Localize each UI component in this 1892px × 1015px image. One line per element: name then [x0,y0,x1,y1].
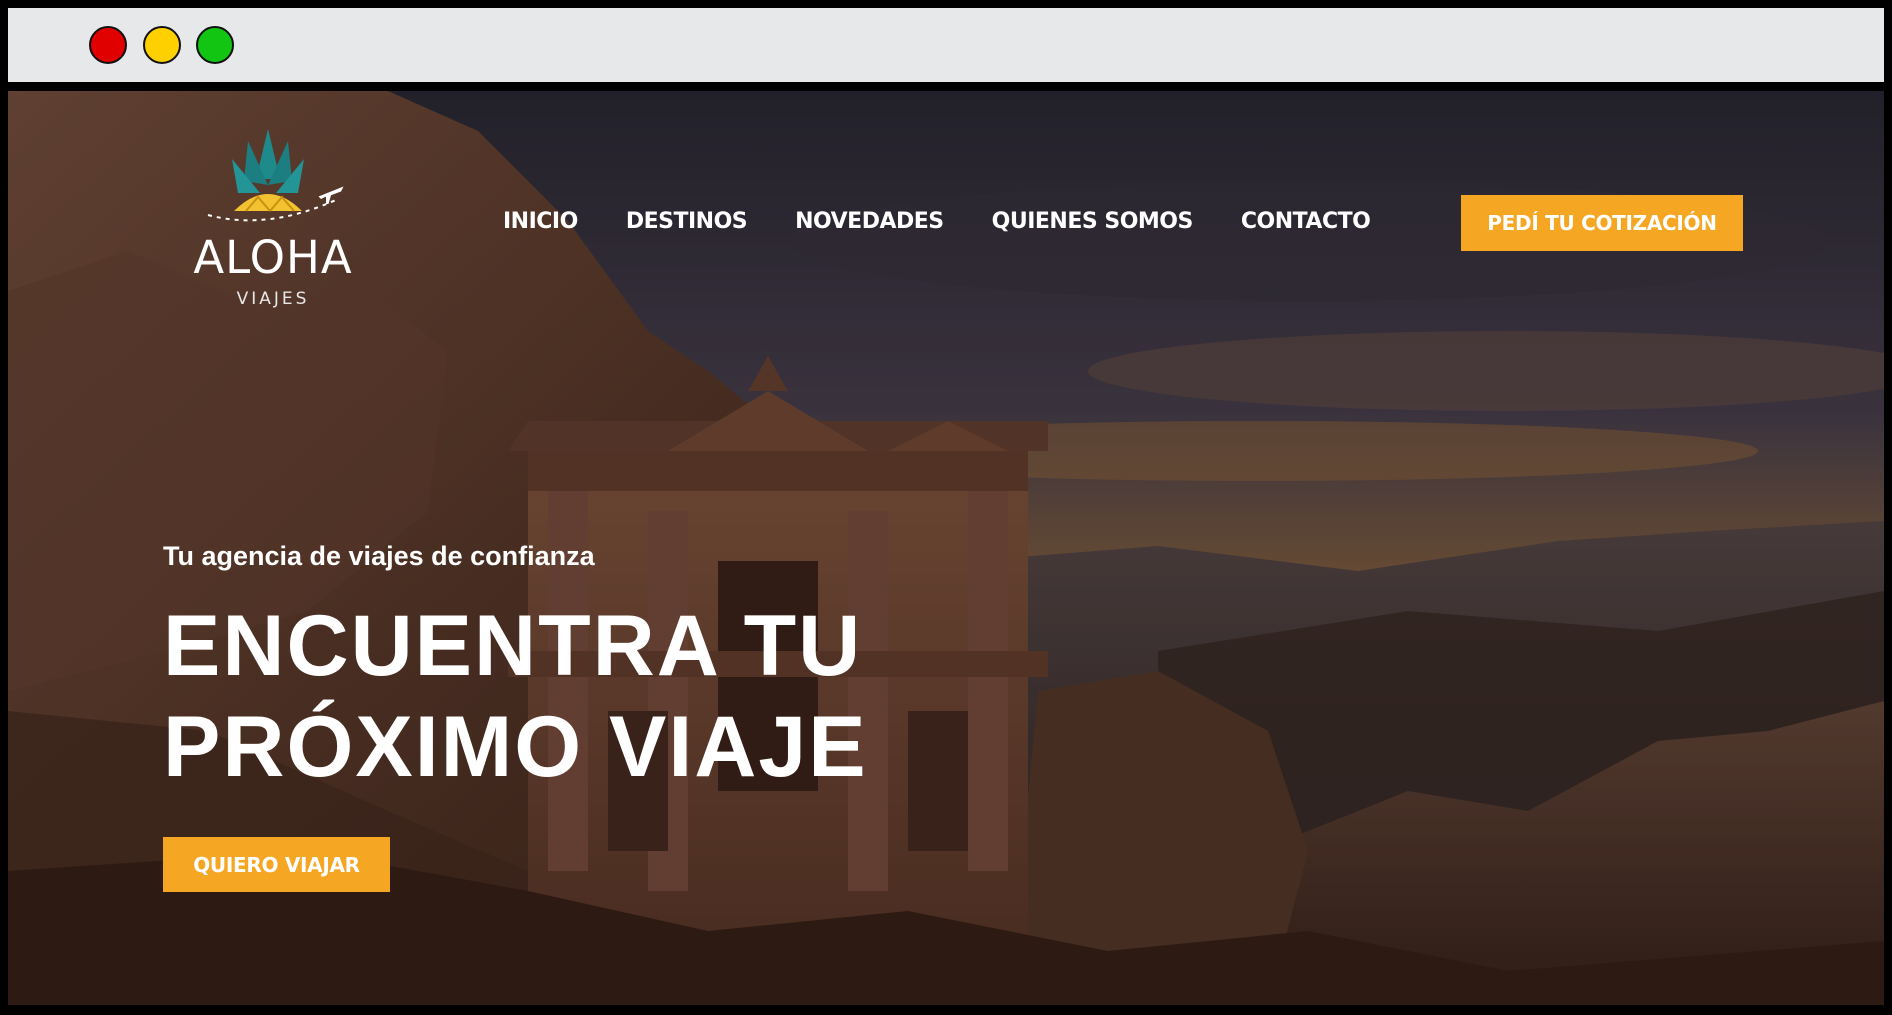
hero-headline: ENCUENTRA TU PRÓXIMO VIAJE [163,596,868,798]
nav-item-inicio[interactable]: INICIO [503,209,578,234]
hero-headline-line-2: PRÓXIMO VIAJE [163,699,868,795]
nav-item-novedades[interactable]: NOVEDADES [795,209,944,234]
browser-window: ALOHA VIAJES INICIO DESTINOS NOVEDADES Q… [8,8,1884,1005]
main-nav: INICIO DESTINOS NOVEDADES QUIENES SOMOS … [503,209,1418,234]
brand-logo[interactable]: ALOHA VIAJES [168,119,378,309]
brand-name: ALOHA [193,231,353,284]
brand-subtitle: VIAJES [236,289,310,309]
maximize-window-button[interactable] [196,26,234,64]
nav-item-quienes-somos[interactable]: QUIENES SOMOS [992,209,1194,234]
close-window-button[interactable] [89,26,127,64]
window-titlebar [8,8,1884,82]
minimize-window-button[interactable] [143,26,181,64]
request-quote-button[interactable]: PEDÍ TU COTIZACIÓN [1461,195,1743,251]
hero-tagline: Tu agencia de viajes de confianza [163,541,595,571]
nav-item-contacto[interactable]: CONTACTO [1241,209,1371,234]
want-to-travel-button[interactable]: QUIERO VIAJAR [163,837,390,892]
page-viewport: ALOHA VIAJES INICIO DESTINOS NOVEDADES Q… [8,91,1884,1005]
site-header: ALOHA VIAJES INICIO DESTINOS NOVEDADES Q… [8,91,1884,309]
nav-item-destinos[interactable]: DESTINOS [626,209,748,234]
airplane-icon [318,186,344,204]
hero-headline-line-1: ENCUENTRA TU [163,598,863,694]
pineapple-logo-icon [207,129,339,222]
